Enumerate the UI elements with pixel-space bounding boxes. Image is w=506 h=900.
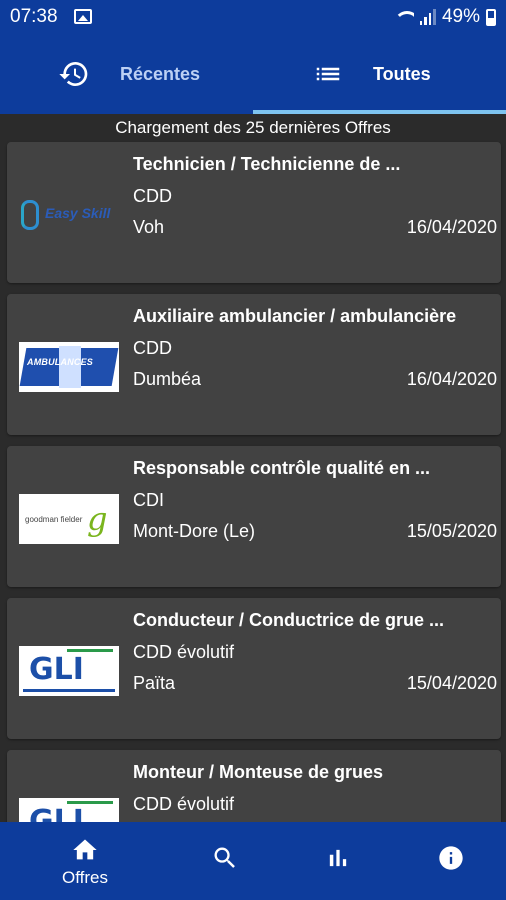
offer-contract-type: CDD [133,186,172,206]
offer-date: 15/04/2020 [406,673,497,693]
battery-icon [486,8,496,26]
offer-location: Voh [133,217,165,237]
offer-card[interactable]: goodman fielder g Responsable contrôle q… [7,446,501,587]
tab-bar: Récentes Toutes [0,34,506,114]
info-icon [439,846,463,870]
tab-recentes-label: Récentes [120,63,201,84]
offer-title: Technicien / Technicienne de ... [133,154,401,174]
bottom-nav: Offres [0,822,506,900]
offer-title: Auxiliaire ambulancier / ambulancière [133,306,457,326]
goodman-fielder-logo: goodman fielder g [19,494,119,544]
offer-contract-type: CDI [133,490,164,510]
nav-offres-label: Offres [62,868,108,887]
offer-date: 16/04/2020 [406,217,497,237]
status-right: 49% [393,6,496,28]
offer-location: Païta [133,673,176,693]
list-icon [316,67,340,81]
tab-recentes[interactable]: Récentes [0,34,253,114]
offer-title: Conducteur / Conductrice de grue ... [133,610,445,630]
offer-date: 15/05/2020 [406,521,497,541]
easy-skill-logo: Easy Skill [19,190,119,240]
offer-contract-type: CDD évolutif [133,642,235,662]
offer-location: Mont-Dore (Le) [133,521,256,541]
home-icon [73,839,97,860]
tab-toutes[interactable]: Toutes [253,34,506,114]
offer-contract-type: CDD évolutif [133,794,235,814]
offer-title: Responsable contrôle qualité en ... [133,458,431,478]
nav-search[interactable] [162,822,288,900]
nav-info[interactable] [388,822,506,900]
gli-logo: GLI [19,798,119,822]
signal-icon [419,9,436,25]
bar-chart-icon [329,849,347,867]
loading-text: Chargement des 25 dernières Offres [115,118,391,137]
gli-logo: GLI [19,646,119,696]
offer-card[interactable]: GLI Monteur / Monteuse de grues CDD évol… [7,750,501,822]
search-icon [214,847,235,868]
offer-card[interactable]: Easy Skill Technicien / Technicienne de … [7,142,501,283]
nav-offres[interactable]: Offres [22,822,148,900]
nav-stats[interactable] [275,822,401,900]
history-icon [59,62,88,86]
offer-location: Dumbéa [133,369,202,389]
wifi-icon [393,9,414,25]
status-time: 07:38 [10,6,58,27]
status-bar: 07:38 49% [0,0,506,34]
offer-list[interactable]: Easy Skill Technicien / Technicienne de … [0,140,506,822]
offer-title: Monteur / Monteuse de grues [133,762,384,782]
offer-contract-type: CDD [133,338,172,358]
ambulances-logo: AMBULANCES [19,342,119,392]
battery-percent: 49% [441,6,480,27]
offer-card[interactable]: GLI Conducteur / Conductrice de grue ...… [7,598,501,739]
offer-card[interactable]: AMBULANCES Auxiliaire ambulancier / ambu… [7,294,501,435]
image-icon [74,9,92,24]
tab-toutes-label: Toutes [373,63,431,84]
offer-date: 16/04/2020 [406,369,497,389]
